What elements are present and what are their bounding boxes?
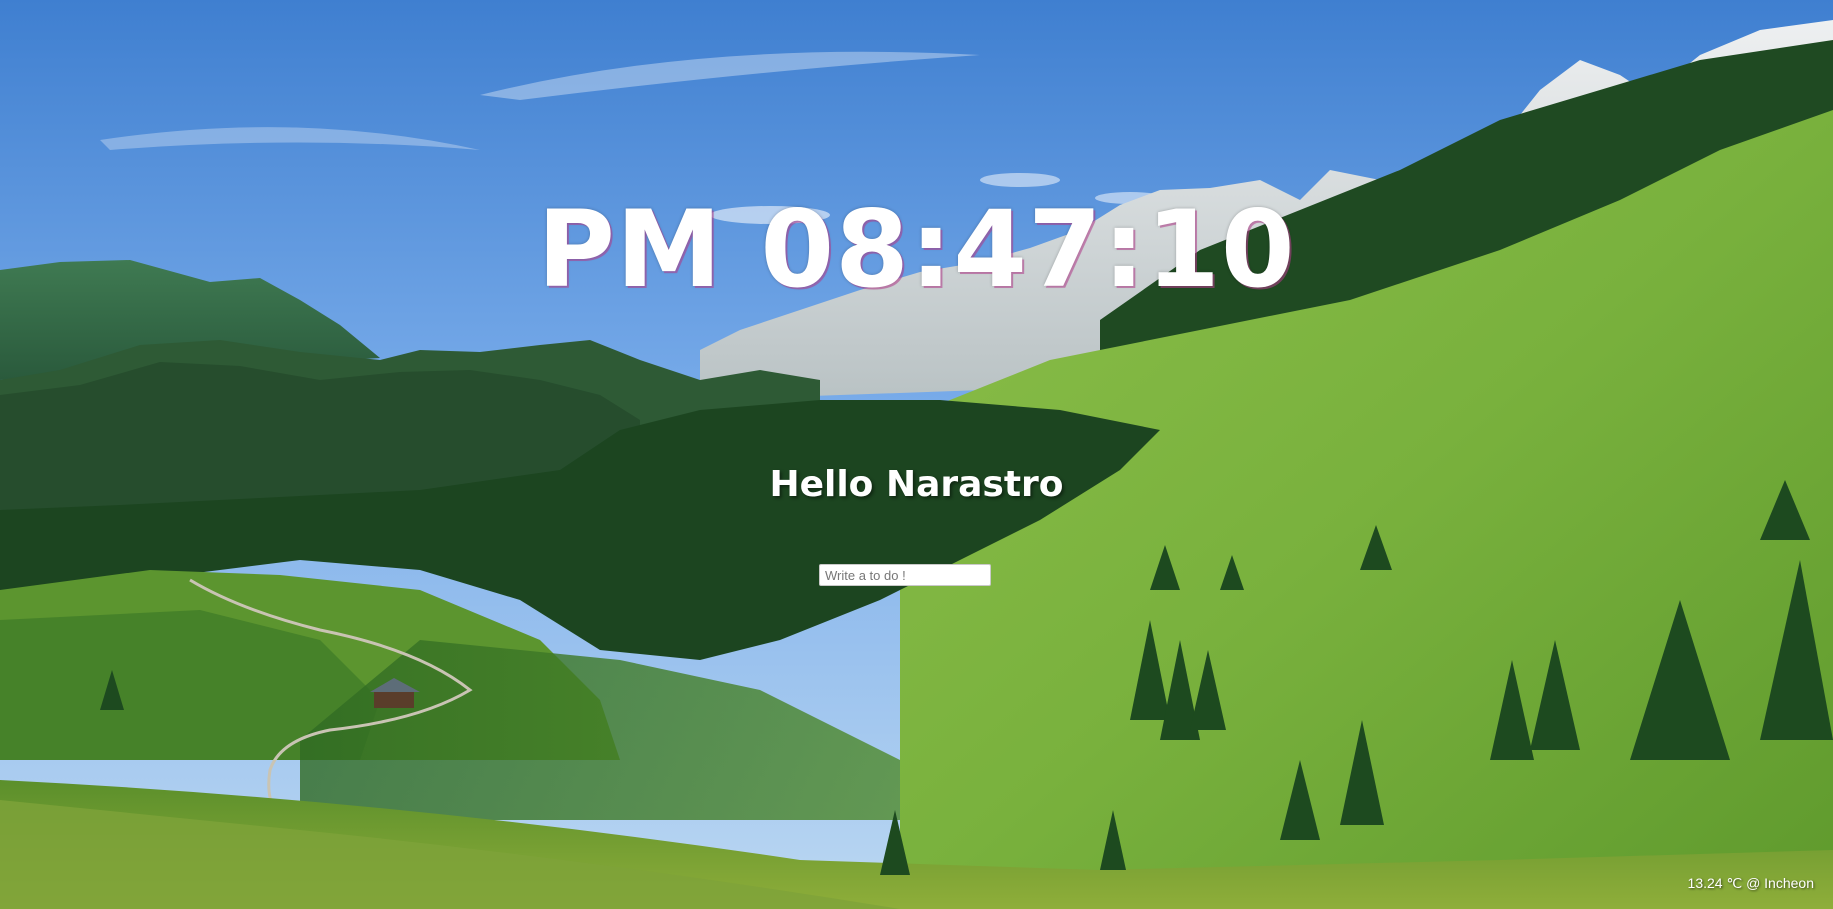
clock-display: PM 08:47:10 [537, 188, 1296, 311]
todo-input[interactable] [819, 564, 991, 586]
background-landscape-image [0, 0, 1833, 909]
new-tab-dashboard: PM 08:47:10 Hello Narastro 13.24 ℃ @ Inc… [0, 0, 1833, 909]
greeting-text: Hello Narastro [769, 464, 1064, 505]
weather-readout: 13.24 ℃ @ Incheon [1687, 875, 1814, 891]
